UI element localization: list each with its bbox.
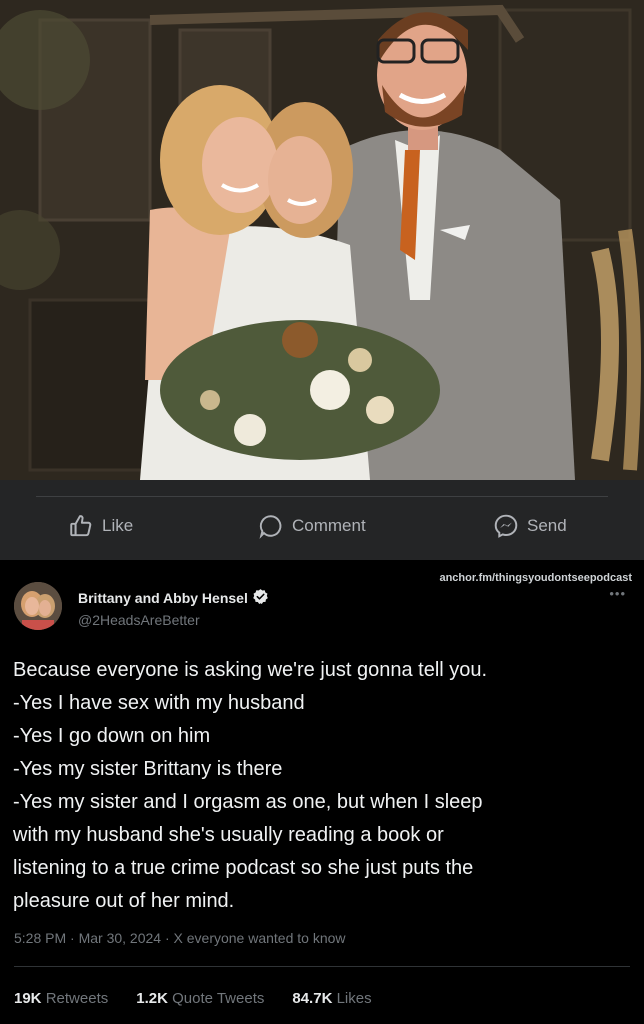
tweet-timestamp[interactable]: 5:28 PM · Mar 30, 2024 · X everyone want… [14, 930, 346, 946]
like-label: Like [102, 516, 134, 535]
verified-badge-icon [252, 588, 269, 608]
divider [36, 496, 608, 497]
avatar-image [14, 582, 62, 630]
tweet-line: Because everyone is asking we're just go… [13, 659, 488, 681]
comment-label: Comment [292, 516, 366, 535]
retweets-label: Retweets [45, 990, 109, 1007]
tweet-text: Because everyone is asking we're just go… [13, 654, 623, 918]
watermark: anchor.fm/thingsyoudontseepodcast [439, 572, 632, 584]
send-label: Send [527, 516, 567, 535]
quote-tweets-count: 1.2K [136, 990, 168, 1007]
tweet-line: -Yes my sister Brittany is there [13, 758, 283, 780]
tweet-line: pleasure out of her mind. [13, 890, 235, 912]
comment-bubble-icon [258, 513, 284, 539]
more-options-icon[interactable]: ••• [609, 586, 626, 601]
author-name: Brittany and Abby Hensel [78, 590, 248, 606]
tweet-card: anchor.fm/thingsyoudontseepodcast ••• Br… [0, 560, 644, 1024]
author-name-row[interactable]: Brittany and Abby Hensel [78, 588, 269, 608]
wedding-photo-illustration [0, 0, 644, 480]
likes-label: Likes [336, 990, 372, 1007]
tweet-line: listening to a true crime podcast so she… [13, 857, 474, 879]
tweet-line: -Yes I have sex with my husband [13, 692, 305, 714]
messenger-icon [493, 513, 519, 539]
quote-tweets-label: Quote Tweets [172, 990, 265, 1007]
tweet-line: with my husband she's usually reading a … [13, 824, 444, 846]
avatar[interactable] [14, 582, 62, 630]
tweet-line: -Yes I go down on him [13, 725, 211, 747]
tweet-stats: 19K Retweets 1.2K Quote Tweets 84.7K Lik… [14, 990, 372, 1007]
facebook-action-bar: Like Comment Send [0, 480, 644, 560]
divider [14, 966, 630, 967]
likes-stat[interactable]: 84.7K Likes [292, 990, 371, 1007]
thumbs-up-icon [68, 513, 94, 539]
tweet-line: -Yes my sister and I orgasm as one, but … [13, 791, 483, 813]
comment-button[interactable]: Comment [258, 510, 366, 542]
quote-tweets-stat[interactable]: 1.2K Quote Tweets [136, 990, 264, 1007]
retweets-stat[interactable]: 19K Retweets [14, 990, 108, 1007]
author-handle[interactable]: @2HeadsAreBetter [78, 612, 200, 628]
likes-count: 84.7K [292, 990, 333, 1007]
like-button[interactable]: Like [68, 510, 133, 542]
send-button[interactable]: Send [493, 510, 567, 542]
wedding-photo [0, 0, 644, 480]
retweets-count: 19K [14, 990, 42, 1007]
